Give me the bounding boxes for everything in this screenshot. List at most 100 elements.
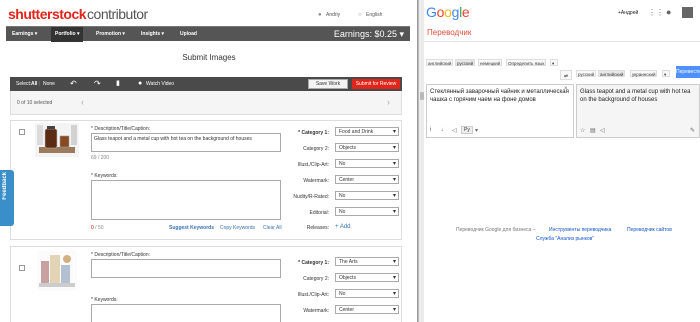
category1-select[interactable]: Food and Drink [335, 127, 399, 136]
editorial-select[interactable]: No [335, 207, 399, 216]
tgt-lang-russian[interactable]: русский [576, 70, 597, 77]
description-label: * Description/Title/Caption: [91, 126, 151, 132]
add-release-button[interactable]: + Add [335, 224, 351, 230]
tgt-lang-ukrainian[interactable]: украинский [630, 70, 658, 77]
language-menu[interactable]: English [366, 12, 382, 18]
src-lang-english[interactable]: английский [426, 59, 454, 66]
image-thumbnail[interactable] [35, 123, 79, 157]
illustration-select[interactable]: No [335, 289, 399, 298]
copy-icon[interactable]: ▤ [590, 127, 596, 134]
google-translate-pane: Google +Андрей ⋮⋮ ● Переводчик английски… [424, 0, 700, 322]
page-title: Submit Images [182, 53, 236, 62]
main-nav: Earnings ▾ Portfolio ▾ Promotion ▾ Insig… [6, 26, 410, 42]
watch-video-link[interactable]: Watch Video [146, 77, 174, 91]
src-lang-russian[interactable]: русский [455, 59, 476, 66]
tgt-lang-english[interactable]: английский [598, 70, 626, 77]
listen-icon[interactable]: ◁ [600, 127, 605, 134]
header: shutterstockcontributor ● Andriy ○ Engli… [0, 0, 417, 26]
clear-text-icon[interactable]: × [564, 86, 568, 92]
illustration-select[interactable]: No [335, 159, 399, 168]
keyboard-dropdown-icon[interactable]: ▾ [475, 127, 478, 134]
google-logo[interactable]: Google [426, 4, 470, 20]
keywords-label: * Keywords: [91, 297, 118, 303]
category2-label: Category 2: [303, 146, 329, 152]
nav-earnings[interactable]: Earnings ▾ [8, 27, 41, 42]
play-icon[interactable]: ● [138, 77, 142, 91]
user-menu[interactable]: Andriy [326, 12, 340, 18]
image-checkbox[interactable] [19, 265, 25, 271]
listen-icon[interactable]: ◁ [452, 127, 457, 134]
shutterstock-logo[interactable]: shutterstockcontributor [8, 6, 148, 22]
category2-select[interactable]: Objects [335, 143, 399, 152]
suggest-keywords-link[interactable]: Suggest Keywords [169, 225, 214, 231]
translate-button[interactable]: Перевести [676, 66, 700, 78]
translit-icon[interactable]: Ꭵ [430, 127, 431, 134]
source-text-input[interactable]: Стеклянный заварочный чайник и металличе… [426, 84, 574, 138]
star-icon[interactable]: ☆ [580, 127, 585, 134]
illustration-label: Illust./Clip-Art: [297, 292, 329, 298]
select-label: Select: [16, 81, 32, 87]
avatar[interactable] [682, 7, 693, 18]
shutterstock-pane: shutterstockcontributor ● Andriy ○ Engli… [0, 0, 418, 322]
toolbar: Select: All | None ↶ ↷ ▮ ● Watch Video S… [10, 77, 402, 91]
save-work-button[interactable]: Save Work [308, 79, 348, 89]
microphone-icon[interactable]: ♩ [441, 127, 447, 133]
description-field[interactable]: Glass teapot and a metal cup with hot te… [91, 133, 281, 152]
keywords-field[interactable] [91, 180, 281, 220]
trash-icon[interactable]: ▮ [116, 77, 120, 91]
keywords-count: 0 / 50 [91, 225, 104, 231]
select-none-link[interactable]: None [43, 77, 55, 91]
src-lang-more-icon[interactable]: ▾ [550, 59, 558, 66]
earnings-total[interactable]: Earnings: $0.25 ▾ [334, 27, 404, 42]
watermark-label: Watermark: [303, 178, 329, 184]
nav-portfolio[interactable]: Portfolio ▾ [51, 27, 84, 42]
nav-upload[interactable]: Upload [176, 27, 201, 42]
selection-bar: 0 of 10 selected ‹ › [10, 91, 402, 115]
keywords-label: * Keywords: [91, 173, 118, 179]
nudity-label: Nudity/R-Rated: [293, 194, 329, 200]
globe-icon: ○ [358, 12, 362, 18]
next-arrow-icon[interactable]: › [387, 97, 390, 107]
tgt-lang-more-icon[interactable]: ▾ [662, 70, 670, 77]
google-user-link[interactable]: +Андрей [618, 10, 638, 16]
src-lang-german[interactable]: немецкий [478, 59, 503, 66]
apps-grid-icon[interactable]: ⋮⋮ [648, 8, 664, 17]
image-checkbox[interactable] [19, 129, 25, 135]
image-card: * Description/Title/Caption: * Keywords:… [10, 246, 402, 322]
footer-prefix: Переводчик Google для бизнеса – [456, 227, 536, 233]
nudity-select[interactable]: No [335, 191, 399, 200]
src-lang-detect[interactable]: Определить язык [506, 59, 547, 66]
redo-icon[interactable]: ↷ [94, 77, 101, 91]
category1-label: * Category 1: [298, 260, 329, 266]
releases-label: Releases: [306, 225, 329, 231]
description-label: * Description/Title/Caption: [91, 252, 151, 258]
category1-select[interactable]: The Arts [335, 257, 399, 266]
edit-icon[interactable]: ✎ [690, 127, 695, 134]
nav-promotion[interactable]: Promotion ▾ [92, 27, 129, 42]
footer-link-websites[interactable]: Переводчик сайтов [627, 227, 672, 233]
select-all-link[interactable]: All [31, 77, 37, 91]
editorial-label: Editorial: [309, 210, 329, 216]
watermark-select[interactable]: Center [335, 305, 399, 314]
submit-for-review-button[interactable]: Submit for Review [352, 79, 400, 89]
keyboard-ru-button[interactable]: Ру [461, 126, 473, 134]
description-char-count: 69 / 200 [91, 155, 110, 161]
translator-title: Переводчик [427, 28, 472, 37]
copy-keywords-link[interactable]: Copy Keywords [220, 225, 255, 231]
description-field[interactable] [91, 259, 281, 278]
category2-label: Category 2: [303, 276, 329, 282]
feedback-tab[interactable]: Feedback [0, 170, 14, 226]
category2-select[interactable]: Objects [335, 273, 399, 282]
image-card: * Description/Title/Caption: Glass teapo… [10, 120, 402, 240]
image-thumbnail[interactable] [37, 251, 77, 291]
selected-count: 0 of 10 selected [17, 100, 53, 106]
nav-insights[interactable]: Insights ▾ [137, 27, 168, 42]
keywords-field[interactable] [91, 304, 281, 322]
notifications-icon[interactable]: ● [666, 7, 671, 17]
undo-icon[interactable]: ↶ [70, 77, 77, 91]
footer-link-tools[interactable]: Инструменты переводчика [549, 227, 611, 233]
swap-languages-icon[interactable]: ⇄ [560, 70, 572, 80]
prev-arrow-icon[interactable]: ‹ [81, 97, 84, 107]
watermark-select[interactable]: Center [335, 175, 399, 184]
footer-link-market-analysis[interactable]: Служба "Анализ рынков" [536, 236, 594, 242]
